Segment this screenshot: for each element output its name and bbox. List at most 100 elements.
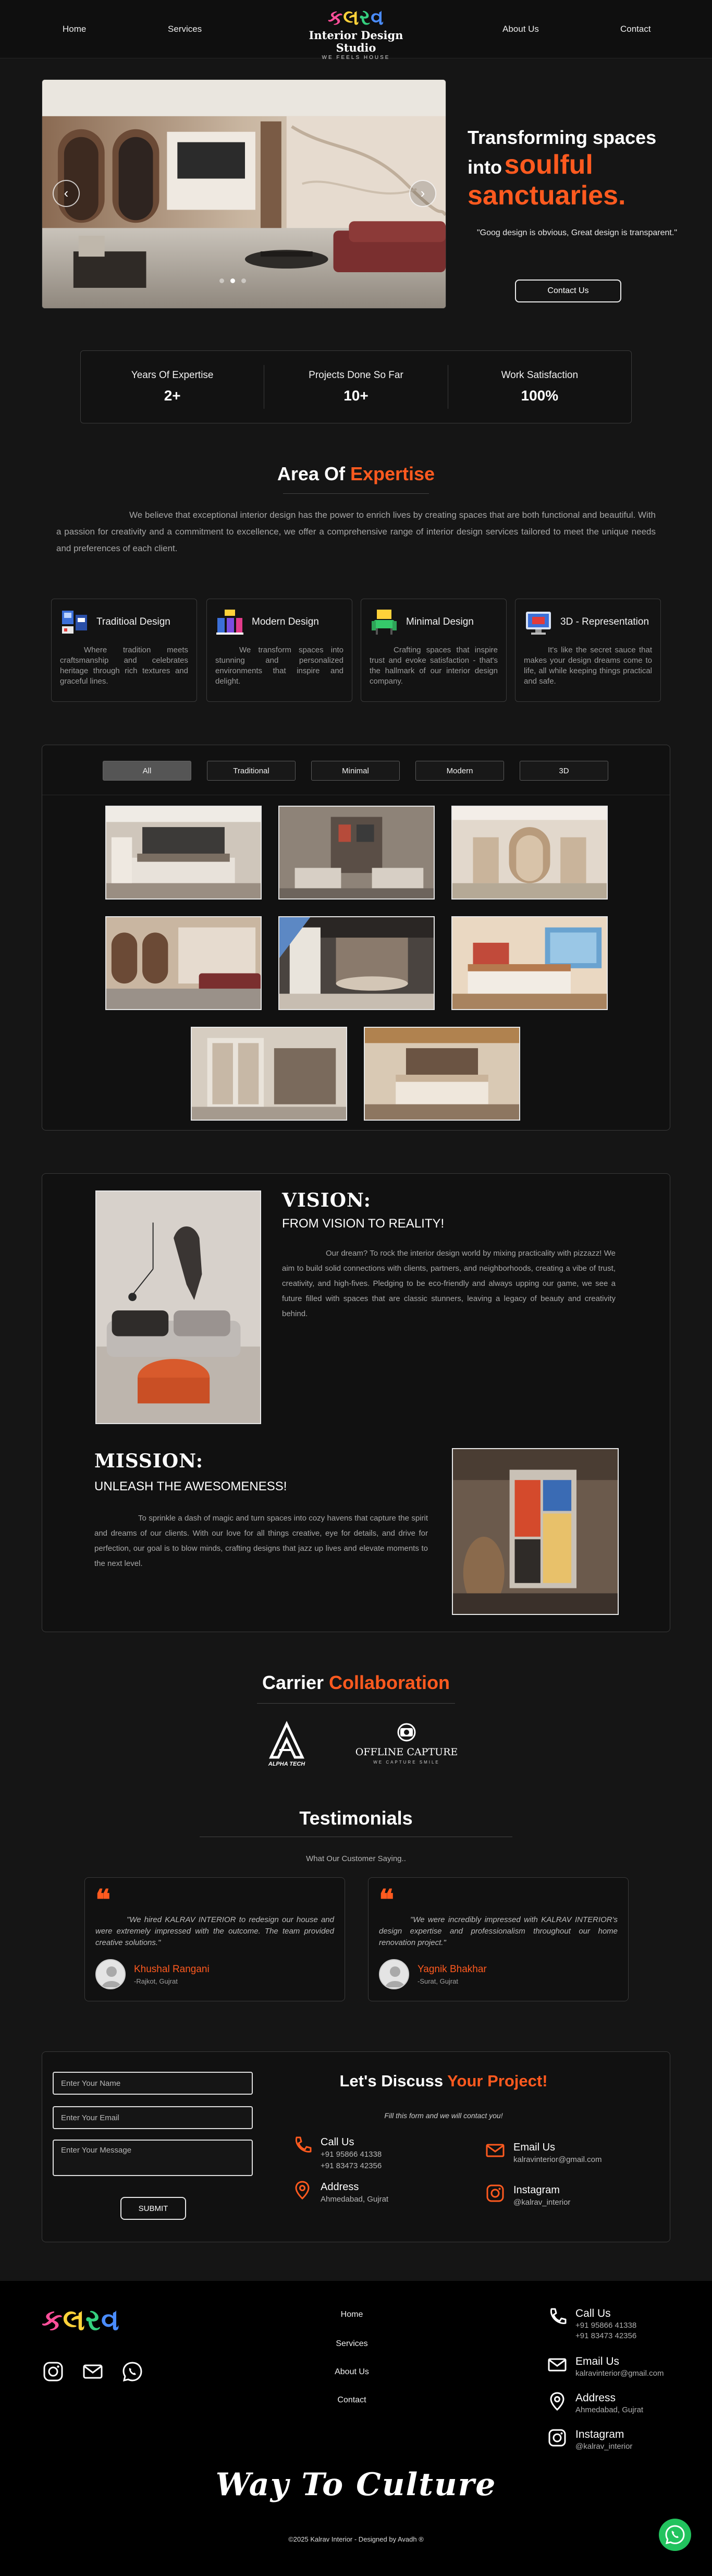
gallery-image-foyer-1[interactable]: [451, 806, 608, 900]
stat-label: Years Of Expertise: [131, 370, 214, 381]
stat-value: 10+: [343, 387, 369, 404]
filter-all-button[interactable]: All: [103, 761, 191, 781]
contact-phone-2: +91 83473 42356: [321, 2161, 382, 2170]
slider-prev-button[interactable]: ‹: [53, 180, 80, 207]
testimonial-name: Khushal Rangani: [134, 1963, 210, 1975]
footer-about-link[interactable]: About Us: [292, 2367, 412, 2377]
logo-wordmark: કલરવ: [327, 5, 385, 30]
carrier-title-orange: Collaboration: [329, 1672, 450, 1693]
footer-contact-link[interactable]: Contact: [292, 2396, 412, 2405]
contact-email[interactable]: Email Us kalravinterior@gmail.com: [485, 2141, 601, 2166]
hero-headline: Transforming spaces into soulful sanctua…: [468, 126, 686, 210]
nav-home-link[interactable]: Home: [63, 24, 86, 34]
mission-heading: MISSION:: [94, 1450, 204, 1472]
quote-icon: ❝: [379, 1883, 395, 1916]
filter-3d-button[interactable]: 3D: [520, 761, 608, 781]
expertise-card-traditional[interactable]: Traditioal Design Where tradition meets …: [51, 599, 197, 702]
stat-projects: Projects Done So Far 10+: [264, 365, 448, 409]
vision-mission-panel: VISION: FROM VISION TO REALITY! Our drea…: [42, 1173, 670, 1632]
submit-button[interactable]: SUBMIT: [120, 2197, 186, 2220]
expertise-card-title: Minimal Design: [406, 616, 474, 627]
expertise-card-3d[interactable]: 3D - Representation It's like the secret…: [515, 599, 661, 702]
stat-satisfaction: Work Satisfaction 100%: [448, 365, 631, 409]
slider-next-button[interactable]: ›: [409, 180, 436, 207]
name-input[interactable]: [53, 2072, 253, 2095]
slider-dot[interactable]: [219, 278, 224, 283]
filter-modern-button[interactable]: Modern: [415, 761, 504, 781]
modern-design-icon: [216, 610, 243, 635]
alpha-tech-logo: ALPHA TECH: [268, 1721, 305, 1767]
site-footer: કલરવ Home Services About Us Contact Call…: [0, 2281, 712, 2576]
footer-instagram[interactable]: Instagram @kalrav_interior: [547, 2428, 632, 2452]
footer-instagram-handle: @kalrav_interior: [575, 2442, 633, 2451]
contact-instagram-title: Instagram: [513, 2184, 560, 2196]
email-input[interactable]: [53, 2106, 253, 2129]
stat-value: 100%: [521, 387, 559, 404]
chevron-right-icon: ›: [420, 185, 425, 201]
expertise-divider: [0, 493, 712, 494]
gallery-image-dining-1[interactable]: [278, 916, 435, 1010]
footer-phone-2: +91 83473 42356: [575, 2331, 637, 2340]
avatar: [379, 1959, 409, 1989]
contact-email-address: kalravinterior@gmail.com: [513, 2155, 602, 2164]
carrier-title-white: Carrier: [262, 1672, 324, 1693]
slider-dot[interactable]: [230, 278, 235, 283]
contact-call[interactable]: Call Us +91 95866 41338 +91 83473 42356: [292, 2135, 382, 2172]
carrier-divider: [0, 1703, 712, 1704]
hero-contact-button[interactable]: Contact Us: [515, 280, 621, 302]
expertise-card-title: Modern Design: [252, 616, 319, 627]
footer-address[interactable]: Address Ahmedabad, Gujrat: [547, 2391, 643, 2415]
svg-text:WE CAPTURE SMILE: WE CAPTURE SMILE: [373, 1760, 440, 1765]
contact-address[interactable]: Address Ahmedabad, Gujrat: [292, 2180, 388, 2205]
expertise-description: We believe that exceptional interior des…: [56, 510, 656, 553]
vision-text: Our dream? To rock the interior design w…: [282, 1249, 616, 1318]
contact-address-text: Ahmedabad, Gujrat: [321, 2195, 389, 2204]
footer-services-link[interactable]: Services: [292, 2339, 412, 2349]
vision-heading: VISION:: [282, 1189, 371, 1211]
footer-call[interactable]: Call Us +91 95866 41338 +91 83473 42356: [547, 2307, 636, 2341]
slider-dot[interactable]: [241, 278, 246, 283]
gallery-image-living-2[interactable]: [105, 916, 262, 1010]
discuss-title: Let's Discuss Your Project!: [272, 2072, 616, 2091]
footer-instagram-title: Instagram: [575, 2428, 624, 2440]
testimonial-card: ❝ "We were incredibly impressed with KAL…: [368, 1877, 629, 2001]
contact-phone-1: +91 95866 41338: [321, 2150, 382, 2159]
whatsapp-floating-button[interactable]: [659, 2519, 691, 2551]
filter-minimal-button[interactable]: Minimal: [311, 761, 400, 781]
whatsapp-icon[interactable]: [121, 2360, 144, 2383]
copyright-text: ©2025 Kalrav Interior - Designed by Avad…: [288, 2535, 424, 2543]
contact-instagram[interactable]: Instagram @kalrav_interior: [485, 2183, 570, 2208]
gallery-image-bedroom-2[interactable]: [451, 916, 608, 1010]
testimonials-subtitle: What Our Customer Saying..: [306, 1854, 406, 1863]
footer-email[interactable]: Email Us kalravinterior@gmail.com: [547, 2355, 664, 2379]
message-textarea[interactable]: [53, 2140, 253, 2176]
email-icon[interactable]: [81, 2360, 104, 2383]
hero-title-line1: Transforming spaces: [468, 127, 657, 148]
nav-about-link[interactable]: About Us: [502, 24, 539, 34]
expertise-title-orange: Expertise: [350, 463, 435, 484]
nav-contact-link[interactable]: Contact: [620, 24, 651, 34]
hero-title-line3: sanctuaries.: [468, 180, 626, 211]
whatsapp-icon: [665, 2525, 685, 2545]
email-icon: [486, 2144, 505, 2157]
gallery-image-bedroom-3[interactable]: [364, 1027, 520, 1121]
expertise-card-modern[interactable]: Modern Design We transform spaces into s…: [206, 599, 352, 702]
testimonial-location: -Surat, Gujrat: [418, 1977, 459, 1985]
chevron-left-icon: ‹: [64, 185, 69, 201]
gallery-image-bedroom-1[interactable]: [105, 806, 262, 900]
gallery-image-wardrobe-1[interactable]: [191, 1027, 347, 1121]
svg-text:OFFLINE CAPTURE: OFFLINE CAPTURE: [355, 1746, 458, 1758]
brand-logo[interactable]: કલરવ Interior Design Studio WE FEELS HOU…: [298, 6, 414, 62]
instagram-icon[interactable]: [42, 2360, 65, 2383]
nav-services-link[interactable]: Services: [168, 24, 202, 34]
filter-traditional-button[interactable]: Traditional: [207, 761, 296, 781]
footer-logo[interactable]: કલરવ: [42, 2303, 120, 2338]
expertise-card-text: Crafting spaces that inspire trust and e…: [370, 646, 498, 686]
testimonial-text: "We were incredibly impressed with KALRA…: [379, 1915, 618, 1947]
expertise-card-minimal[interactable]: Minimal Design Crafting spaces that insp…: [361, 599, 507, 702]
footer-home-link[interactable]: Home: [292, 2310, 412, 2319]
phone-icon: [550, 2308, 567, 2324]
stat-label: Work Satisfaction: [501, 370, 579, 381]
gallery-image-living-1[interactable]: [278, 806, 435, 900]
discuss-subtitle: Fill this form and we will contact you!: [384, 2111, 503, 2120]
